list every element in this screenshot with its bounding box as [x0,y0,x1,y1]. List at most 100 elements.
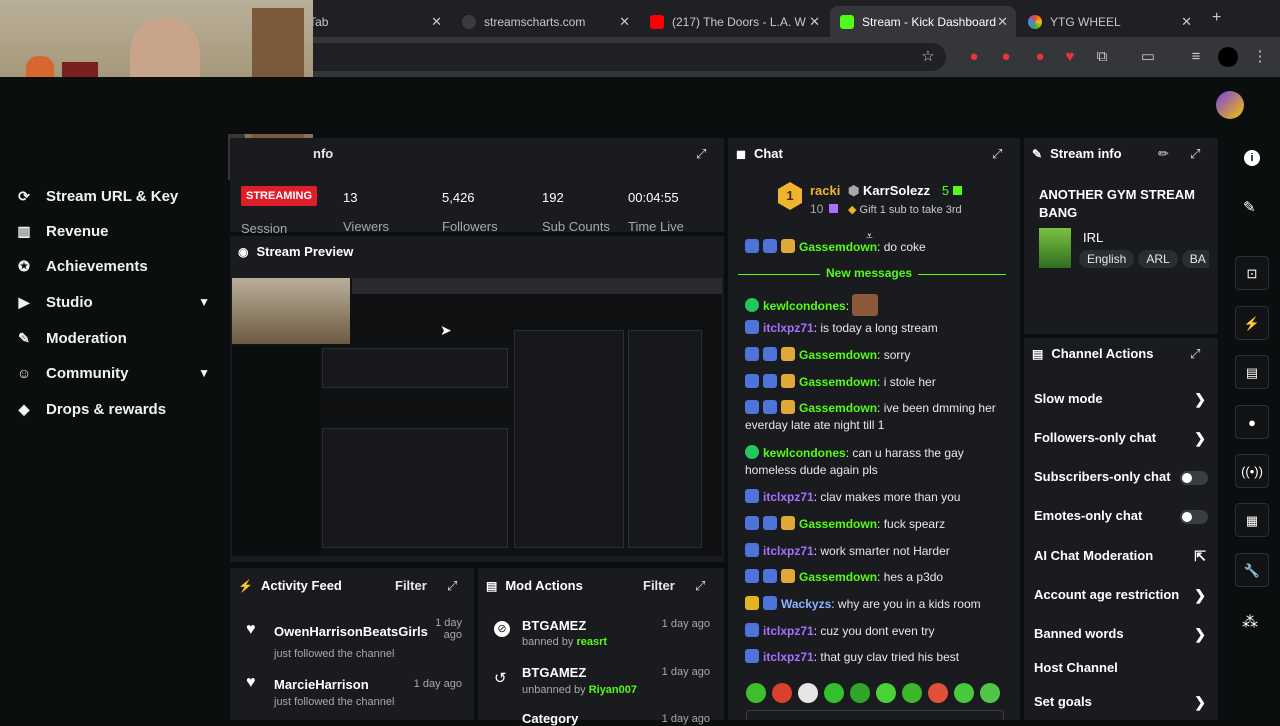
chat-username[interactable]: itclxpz71 [763,490,814,504]
chat-username[interactable]: Gassemdown [799,375,877,389]
close-tab-icon[interactable]: ✕ [431,14,442,30]
stream-tag[interactable]: BA [1181,250,1209,268]
popout-icon[interactable]: ⤢ [696,146,706,162]
new-messages-divider[interactable]: New messages [738,266,1006,282]
account-age-action[interactable]: Account age restriction ❯ [1034,587,1210,607]
mod-target[interactable]: BTGAMEZ [522,618,586,633]
profile-avatar-icon[interactable] [1218,47,1238,67]
emote-icon[interactable] [954,683,974,703]
extension-icon[interactable]: ● [996,47,1016,67]
sidebar-item-revenue[interactable]: ▥ Revenue [16,219,216,243]
category-thumbnail[interactable] [1039,228,1071,268]
sidebar-item-community[interactable]: ☺ Community ▼ [16,361,216,385]
puzzle-extensions-icon[interactable]: ⧉ [1092,47,1112,67]
more-menu-icon[interactable]: ⋮ [1250,47,1270,67]
emote-icon[interactable] [980,683,1000,703]
chevron-down-icon[interactable]: ▼ [198,295,210,309]
chat-username[interactable]: Gassemdown [799,401,877,415]
layout-button[interactable]: ▦ [1235,503,1269,537]
sidebar-item-achievements[interactable]: ✪ Achievements [16,254,216,278]
subscribers-only-toggle[interactable] [1180,471,1208,485]
activity-filter-button[interactable]: Filter [395,578,427,593]
browser-tab-active[interactable]: Stream - Kick Dashboard ✕ [830,6,1016,37]
edit-pencil-icon[interactable]: ✏ [1158,146,1169,162]
sidebar-item-studio[interactable]: ▶ Studio ▼ [16,290,216,314]
emote-icon[interactable] [824,683,844,703]
chat-username[interactable]: itclxpz71 [763,650,814,664]
sidebar-item-stream-url-key[interactable]: ⟳ Stream URL & Key [16,184,216,208]
popout-icon[interactable]: ⤢ [1190,346,1200,362]
chat-button[interactable]: ● [1235,405,1269,439]
chat-username[interactable]: Gassemdown [799,240,877,254]
stream-tag[interactable]: English [1079,250,1135,268]
close-tab-icon[interactable]: ✕ [1181,14,1192,30]
emote-icon[interactable] [928,683,948,703]
extension-icon[interactable]: ♥ [1060,47,1080,67]
emote-icon[interactable] [850,683,870,703]
chat-input[interactable] [746,710,1004,720]
close-tab-icon[interactable]: ✕ [997,14,1008,30]
gifter-name[interactable]: racki [810,183,840,198]
popout-icon[interactable]: ⤢ [447,578,457,594]
chat-username[interactable]: Wackyzs [781,597,831,611]
emote-icon[interactable] [798,683,818,703]
sidebar-item-drops-rewards[interactable]: ◆ Drops & rewards [16,397,216,421]
chevron-down-icon[interactable]: ▼ [198,366,210,380]
chat-username[interactable]: itclxpz71 [763,624,814,638]
side-panel-icon[interactable]: ▭ [1138,47,1158,67]
activity-user[interactable]: MarcieHarrison [274,677,369,692]
emote-icon[interactable] [876,683,896,703]
media-controls-icon[interactable]: ≡ [1186,47,1206,67]
browser-tab[interactable]: streamscharts.com ✕ [452,6,638,37]
category-name[interactable]: IRL [1083,230,1103,245]
emotes-only-toggle[interactable] [1180,510,1208,524]
mod-actor[interactable]: Riyan007 [589,684,637,696]
notes-button[interactable]: ▤ [1235,355,1269,389]
broadcast-button[interactable]: ((•)) [1235,454,1269,488]
browser-tab[interactable]: YTG WHEEL ✕ [1018,6,1200,37]
browser-tab[interactable]: (217) The Doors - L.A. W ✕ [640,6,828,37]
emote-icon[interactable] [746,683,766,703]
chat-username[interactable]: itclxpz71 [763,544,814,558]
stream-preview-video[interactable] [232,278,722,556]
popout-icon[interactable]: ⤢ [695,578,705,594]
info-icon[interactable]: i [1244,150,1260,166]
host-channel-action[interactable]: Host Channel [1034,660,1210,680]
close-tab-icon[interactable]: ✕ [809,14,820,30]
chat-username[interactable]: kewlcondones [763,446,846,460]
popout-icon[interactable]: ⤢ [1190,146,1200,162]
edit-pencil-icon[interactable]: ✎ [1243,198,1256,216]
new-tab-button[interactable]: + [1212,9,1221,27]
emote-icon[interactable] [902,683,922,703]
slow-mode-action[interactable]: Slow mode ❯ [1034,391,1210,411]
mod-target[interactable]: Category [522,711,578,726]
mod-target[interactable]: BTGAMEZ [522,665,586,680]
emote-icon[interactable] [772,683,792,703]
bookmark-star-icon[interactable]: ☆ [918,47,938,67]
settings-button[interactable]: 🔧 [1235,553,1269,587]
quick-action-button[interactable]: ⚡ [1235,306,1269,340]
share-icon[interactable]: ⁂ [1242,612,1258,632]
user-avatar[interactable] [1216,91,1244,119]
banned-words-action[interactable]: Banned words ❯ [1034,626,1210,646]
chat-username[interactable]: itclxpz71 [763,321,814,335]
followers-only-action[interactable]: Followers-only chat ❯ [1034,430,1210,450]
chat-username[interactable]: Gassemdown [799,570,877,584]
set-goals-action[interactable]: Set goals ❯ [1034,694,1210,714]
chat-username[interactable]: Gassemdown [799,348,877,362]
popout-icon[interactable]: ⤢ [992,146,1002,162]
raid-button[interactable]: ⊡ [1235,256,1269,290]
chat-username[interactable]: Gassemdown [799,517,877,531]
mod-filter-button[interactable]: Filter [643,578,675,593]
sidebar-item-moderation[interactable]: ✎ Moderation [16,326,216,350]
stream-tag[interactable]: ARL [1138,250,1178,268]
close-tab-icon[interactable]: ✕ [619,14,630,30]
mod-actor[interactable]: reasrt [576,636,607,648]
activity-user[interactable]: OwenHarrisonBeatsGirls [274,624,428,639]
extension-icon[interactable]: ● [1030,47,1050,67]
chat-username[interactable]: kewlcondones [763,299,846,313]
ai-chat-moderation-action[interactable]: AI Chat Moderation ⇱ [1034,548,1210,568]
extension-icon[interactable]: ● [964,47,984,67]
target-name[interactable]: KarrSolezz [863,183,930,198]
url-input[interactable] [300,43,946,71]
